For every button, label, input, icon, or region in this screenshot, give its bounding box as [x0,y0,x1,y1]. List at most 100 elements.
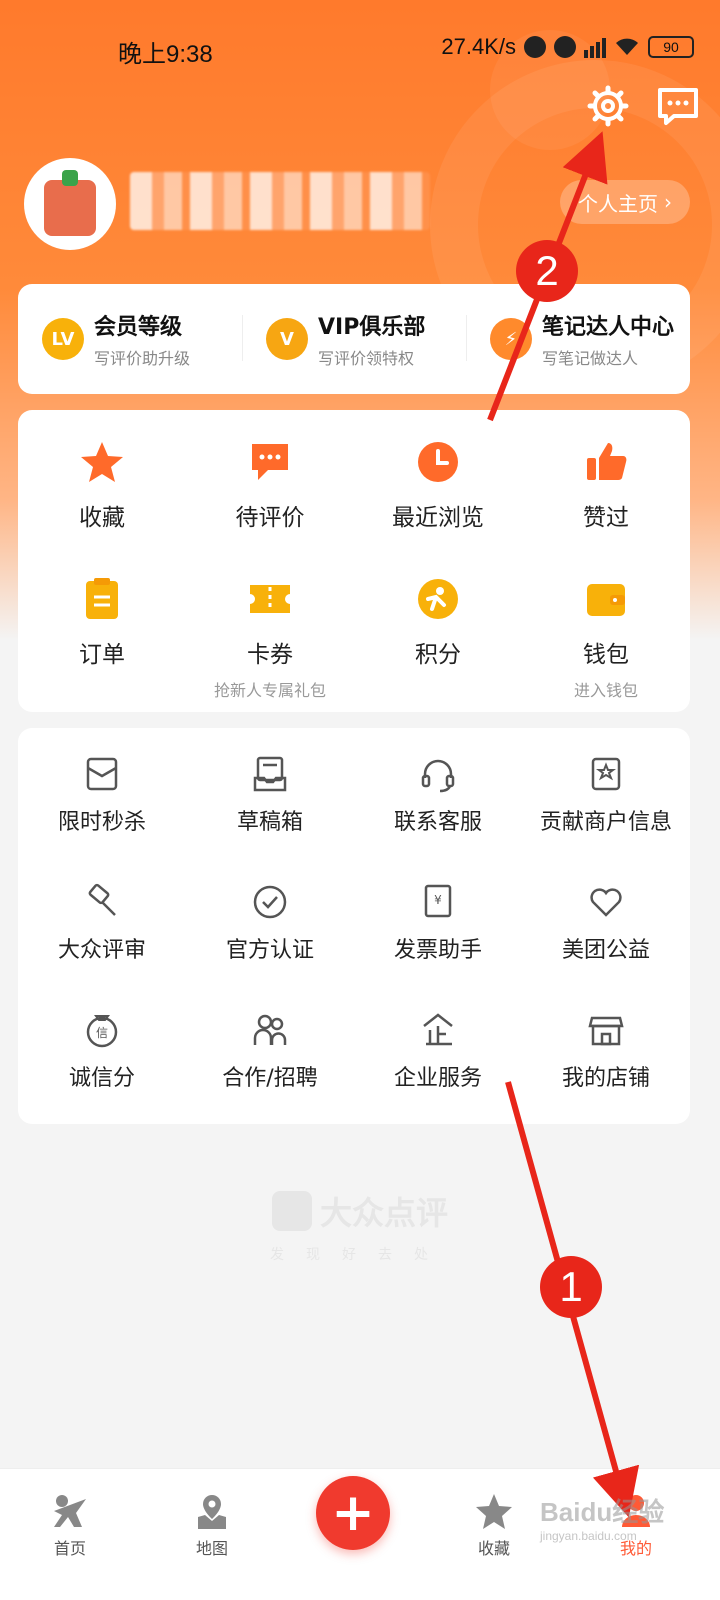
level-title: 会员等级 [94,315,183,340]
tab-map[interactable]: 地图 [162,1491,262,1559]
personal-homepage-button[interactable]: 个人主页 › [560,180,690,224]
vip-badge-icon: V [266,318,308,360]
star-icon [476,1494,512,1529]
quick-item-label: 最近浏览 [392,505,484,531]
service-invoice-assistant[interactable]: ¥ 发票助手 [354,882,522,1010]
service-label: 我的店铺 [561,1066,650,1091]
service-label: 联系客服 [393,810,482,835]
levels-card: LV 会员等级 写评价助升级 V VIP俱乐部 写评价领特权 ⚡ 笔记达人中心 … [18,284,690,394]
tab-label: 首页 [53,1539,86,1558]
quick-item-coupons[interactable]: 卡券 抢新人专属礼包 [186,575,354,705]
quick-item-wallet[interactable]: 钱包 进入钱包 [522,575,690,705]
vip-club-entry[interactable]: V VIP俱乐部 写评价领特权 [242,309,466,369]
service-label: 限时秒杀 [57,810,146,835]
quick-actions-card: 收藏 待评价 最近浏览 赞过 订单 卡券 抢新人专属礼包 积分 钱包 进入钱包 [18,410,690,712]
member-level-badge-icon: LV [42,318,84,360]
annotation-badge-1: 1 [540,1256,602,1318]
bell-icon [524,36,546,58]
quick-item-label: 赞过 [583,505,629,531]
quick-item-label: 卡券 [247,642,293,668]
quick-item-liked[interactable]: 赞过 [522,438,690,568]
service-label: 合作/招聘 [222,1066,318,1091]
enterprise-icon [423,1013,453,1046]
dianping-logo-icon [271,1191,312,1231]
tab-home[interactable]: 首页 [20,1491,120,1559]
invoice-icon: ¥ [424,884,452,918]
points-icon [418,579,458,619]
service-flash-sale[interactable]: 限时秒杀 [18,754,186,882]
more-services-card: 限时秒杀 草稿箱 联系客服 贡献商户信息 大众评审 官方认证 ¥ 发票助手 美团… [18,728,690,1124]
service-my-shop[interactable]: 我的店铺 [522,1010,690,1138]
service-label: 大众评审 [57,938,146,963]
comment-icon [252,444,288,480]
member-level-entry[interactable]: LV 会员等级 写评价助升级 [18,309,242,369]
drafts-icon [253,756,287,792]
brand-name: 大众点评 [319,1194,448,1232]
service-charity[interactable]: 美团公益 [522,882,690,1010]
wifi-icon [616,38,638,55]
service-merchant-info[interactable]: 贡献商户信息 [522,754,690,882]
level-title: VIP俱乐部 [318,315,426,340]
service-cooperation-recruitment[interactable]: 合作/招聘 [186,1010,354,1138]
level-subtitle: 写笔记做达人 [542,349,639,368]
watermark-url: jingyan.baidu.com [540,1529,637,1543]
avatar-leaf [62,170,78,186]
svg-text:¥: ¥ [434,893,442,907]
quick-item-label: 收藏 [79,505,125,531]
tab-label: 地图 [195,1539,228,1558]
battery-indicator: 90 [648,36,694,58]
alarm-icon [554,36,576,58]
message-icon[interactable] [656,84,700,128]
quick-item-pending-review[interactable]: 待评价 [186,438,354,568]
level-title: 笔记达人中心 [542,315,675,340]
add-content-button[interactable]: + [316,1476,390,1550]
quick-item-sub: 进入钱包 [573,681,638,700]
signal-icon [584,36,606,58]
notes-expert-entry[interactable]: ⚡ 笔记达人中心 写笔记做达人 [466,309,690,369]
merchant-info-icon [591,757,621,791]
avatar-image [44,180,96,236]
bulb-icon: ⚡ [490,318,532,360]
ticket-icon [250,585,290,613]
check-circle-icon [253,885,287,919]
chevron-right-icon: › [664,190,672,214]
quick-item-points[interactable]: 积分 [354,575,522,705]
credit-score-icon: 信 [86,1015,118,1048]
status-bar: 晚上9:38 27.4K/s 90 [0,0,720,96]
service-label: 企业服务 [393,1066,482,1091]
avatar[interactable] [24,158,116,250]
people-icon [253,1014,287,1045]
level-subtitle: 写评价助升级 [94,349,191,368]
clock-icon [418,442,458,482]
service-label: 发票助手 [393,938,482,963]
quick-item-recent[interactable]: 最近浏览 [354,438,522,568]
map-icon [198,1495,226,1529]
personal-homepage-label: 个人主页 [578,191,658,216]
brand-slogan: 发现好去处 [270,1247,450,1263]
network-speed: 27.4K/s [441,34,516,59]
tab-label: 收藏 [477,1539,510,1558]
watermark-text: Baidu经验 [540,1497,665,1527]
service-credit-score[interactable]: 信 诚信分 [18,1010,186,1138]
headset-icon [421,759,455,793]
shop-icon [588,1016,624,1046]
star-icon [81,442,123,482]
quick-item-label: 钱包 [583,642,629,668]
level-subtitle: 写评价领特权 [318,349,415,368]
settings-icon[interactable] [586,84,630,128]
service-enterprise[interactable]: 企业服务 [354,1010,522,1138]
charity-heart-icon [590,888,622,917]
service-public-review[interactable]: 大众评审 [18,882,186,1010]
service-customer-support[interactable]: 联系客服 [354,754,522,882]
quick-item-orders[interactable]: 订单 [18,575,186,705]
service-label: 官方认证 [225,938,314,963]
service-drafts[interactable]: 草稿箱 [186,754,354,882]
service-official-certification[interactable]: 官方认证 [186,882,354,1010]
tab-favorites[interactable]: 收藏 [444,1491,544,1559]
plus-icon: + [331,1483,375,1543]
quick-item-favorites[interactable]: 收藏 [18,438,186,568]
svg-text:信: 信 [96,1026,108,1040]
service-label: 贡献商户信息 [539,810,672,835]
gavel-icon [88,883,116,916]
quick-item-label: 待评价 [235,505,305,531]
